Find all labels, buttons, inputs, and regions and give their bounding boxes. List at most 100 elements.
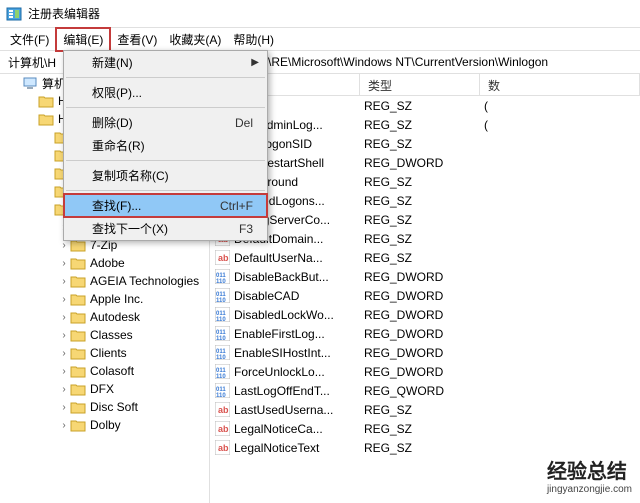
expander-icon[interactable]: › bbox=[58, 366, 70, 377]
tree-node[interactable]: ›DFX bbox=[0, 380, 209, 398]
value-name: EnableFirstLog... bbox=[234, 327, 325, 341]
expander-icon[interactable]: › bbox=[58, 240, 70, 251]
value-name: DisableCAD bbox=[234, 289, 299, 303]
registry-value-row[interactable]: 011110DisableBackBut...REG_DWORD bbox=[210, 267, 640, 286]
tree-label: AGEIA Technologies bbox=[90, 274, 199, 288]
tree-node[interactable]: › Dolby bbox=[0, 416, 209, 434]
registry-value-row[interactable]: 011110AutoRestartShellREG_DWORD bbox=[210, 153, 640, 172]
tree-node[interactable]: ›Classes bbox=[0, 326, 209, 344]
menu-item-find[interactable]: 查找(F)... Ctrl+F bbox=[64, 194, 267, 217]
folder-icon bbox=[22, 76, 38, 90]
menu-item-delete[interactable]: 删除(D) Del bbox=[64, 111, 267, 134]
tree-node[interactable]: ›Apple Inc. bbox=[0, 290, 209, 308]
expander-icon[interactable]: › bbox=[58, 312, 70, 323]
registry-value-row[interactable]: abLegalNoticeCa...REG_SZ bbox=[210, 419, 640, 438]
list-body: ab(默认)REG_SZ(abAutoAdminLog...REG_SZ(abA… bbox=[210, 96, 640, 457]
svg-text:110: 110 bbox=[216, 393, 226, 398]
registry-value-row[interactable]: abDefaultUserNa...REG_SZ bbox=[210, 248, 640, 267]
list-pane[interactable]: 名称 类型 数 ab(默认)REG_SZ(abAutoAdminLog...RE… bbox=[210, 74, 640, 503]
tree-label: Colasoft bbox=[90, 364, 134, 378]
value-name: LastLogOffEndT... bbox=[234, 384, 330, 398]
expander-icon[interactable]: › bbox=[58, 276, 70, 287]
menu-help[interactable]: 帮助(H) bbox=[227, 29, 280, 50]
registry-value-row[interactable]: 011110 ForceUnlockLo... REG_DWORD bbox=[210, 362, 640, 381]
expander-icon[interactable]: › bbox=[58, 402, 70, 413]
svg-text:110: 110 bbox=[216, 279, 226, 284]
binary-icon: 011110 bbox=[214, 345, 230, 361]
menu-view[interactable]: 查看(V) bbox=[111, 29, 163, 50]
folder-icon bbox=[70, 382, 86, 396]
registry-value-row[interactable]: 011110DisabledLockWo...REG_DWORD bbox=[210, 305, 640, 324]
value-type: REG_SZ bbox=[360, 441, 480, 455]
menu-item-findnext[interactable]: 查找下一个(X) F3 bbox=[64, 217, 267, 240]
folder-icon bbox=[70, 328, 86, 342]
registry-value-row[interactable]: ab(默认)REG_SZ( bbox=[210, 96, 640, 115]
binary-icon: 011110 bbox=[214, 326, 230, 342]
folder-icon bbox=[38, 112, 54, 126]
expander-icon[interactable]: › bbox=[58, 348, 70, 359]
menu-separator bbox=[66, 190, 265, 191]
registry-value-row[interactable]: abAutoAdminLog...REG_SZ( bbox=[210, 115, 640, 134]
value-name: LegalNoticeText bbox=[234, 441, 319, 455]
tree-label: Dolby bbox=[90, 418, 121, 432]
expander-icon[interactable]: › bbox=[58, 420, 70, 431]
folder-icon bbox=[70, 274, 86, 288]
registry-value-row[interactable]: abLastUsedUserna...REG_SZ bbox=[210, 400, 640, 419]
value-type: REG_SZ bbox=[360, 422, 480, 436]
registry-value-row[interactable]: abDefaultDomain...REG_SZ bbox=[210, 229, 640, 248]
registry-value-row[interactable]: abLegalNoticeTextREG_SZ bbox=[210, 438, 640, 457]
value-type: REG_SZ bbox=[360, 137, 480, 151]
tree-node[interactable]: ›Adobe bbox=[0, 254, 209, 272]
expander-icon[interactable]: › bbox=[58, 294, 70, 305]
binary-icon: 011110 bbox=[214, 269, 230, 285]
menu-item-rename[interactable]: 重命名(R) bbox=[64, 134, 267, 157]
col-data[interactable]: 数 bbox=[480, 74, 640, 95]
registry-value-row[interactable]: 011110EnableFirstLog...REG_DWORD bbox=[210, 324, 640, 343]
value-name: LegalNoticeCa... bbox=[234, 422, 323, 436]
registry-value-row[interactable]: 011110DisableCADREG_DWORD bbox=[210, 286, 640, 305]
folder-icon bbox=[70, 256, 86, 270]
menu-item-copykeyname[interactable]: 复制项名称(C) bbox=[64, 164, 267, 187]
tree-node[interactable]: ›Disc Soft bbox=[0, 398, 209, 416]
svg-text:110: 110 bbox=[216, 355, 226, 360]
value-type: REG_DWORD bbox=[360, 270, 480, 284]
tree-node[interactable]: › Colasoft bbox=[0, 362, 209, 380]
folder-icon bbox=[70, 310, 86, 324]
binary-icon: 011110 bbox=[214, 364, 230, 380]
menu-file[interactable]: 文件(F) bbox=[4, 29, 55, 50]
registry-value-row[interactable]: abAutoLogonSIDREG_SZ bbox=[210, 134, 640, 153]
folder-icon bbox=[38, 94, 54, 108]
menu-favorites[interactable]: 收藏夹(A) bbox=[163, 29, 227, 50]
tree-node[interactable]: ›Autodesk bbox=[0, 308, 209, 326]
svg-text:ab: ab bbox=[218, 253, 229, 263]
value-type: REG_DWORD bbox=[360, 365, 480, 379]
tree-node[interactable]: › AGEIA Technologies bbox=[0, 272, 209, 290]
registry-value-row[interactable]: abBackgroundREG_SZ bbox=[210, 172, 640, 191]
value-name: ForceUnlockLo... bbox=[234, 365, 325, 379]
registry-value-row[interactable]: abDebugServerCo...REG_SZ bbox=[210, 210, 640, 229]
col-type[interactable]: 类型 bbox=[360, 74, 480, 95]
window-title: 注册表编辑器 bbox=[28, 5, 100, 22]
menu-separator bbox=[66, 107, 265, 108]
edit-menu-dropdown: 新建(N) ▶ 权限(P)... 删除(D) Del 重命名(R) 复制项名称(… bbox=[63, 50, 268, 241]
value-type: REG_SZ bbox=[360, 232, 480, 246]
expander-icon[interactable]: › bbox=[58, 258, 70, 269]
address-prefix: 计算机\H bbox=[8, 54, 56, 71]
folder-icon bbox=[70, 364, 86, 378]
svg-text:110: 110 bbox=[216, 298, 226, 303]
registry-value-row[interactable]: 011110LastLogOffEndT...REG_QWORD bbox=[210, 381, 640, 400]
menu-item-new[interactable]: 新建(N) ▶ bbox=[64, 51, 267, 74]
expander-icon[interactable]: › bbox=[58, 330, 70, 341]
address-suffix: \RE\Microsoft\Windows NT\CurrentVersion\… bbox=[268, 55, 548, 69]
menu-edit[interactable]: 编辑(E) bbox=[55, 27, 111, 52]
value-type: REG_SZ bbox=[360, 251, 480, 265]
value-name: EnableSIHostInt... bbox=[234, 346, 331, 360]
svg-text:110: 110 bbox=[216, 374, 226, 379]
tree-node[interactable]: ›Clients bbox=[0, 344, 209, 362]
menu-item-permissions[interactable]: 权限(P)... bbox=[64, 81, 267, 104]
folder-icon bbox=[70, 346, 86, 360]
registry-value-row[interactable]: abCachedLogons...REG_SZ bbox=[210, 191, 640, 210]
registry-value-row[interactable]: 011110EnableSIHostInt...REG_DWORD bbox=[210, 343, 640, 362]
expander-icon[interactable]: › bbox=[58, 384, 70, 395]
folder-icon bbox=[70, 400, 86, 414]
